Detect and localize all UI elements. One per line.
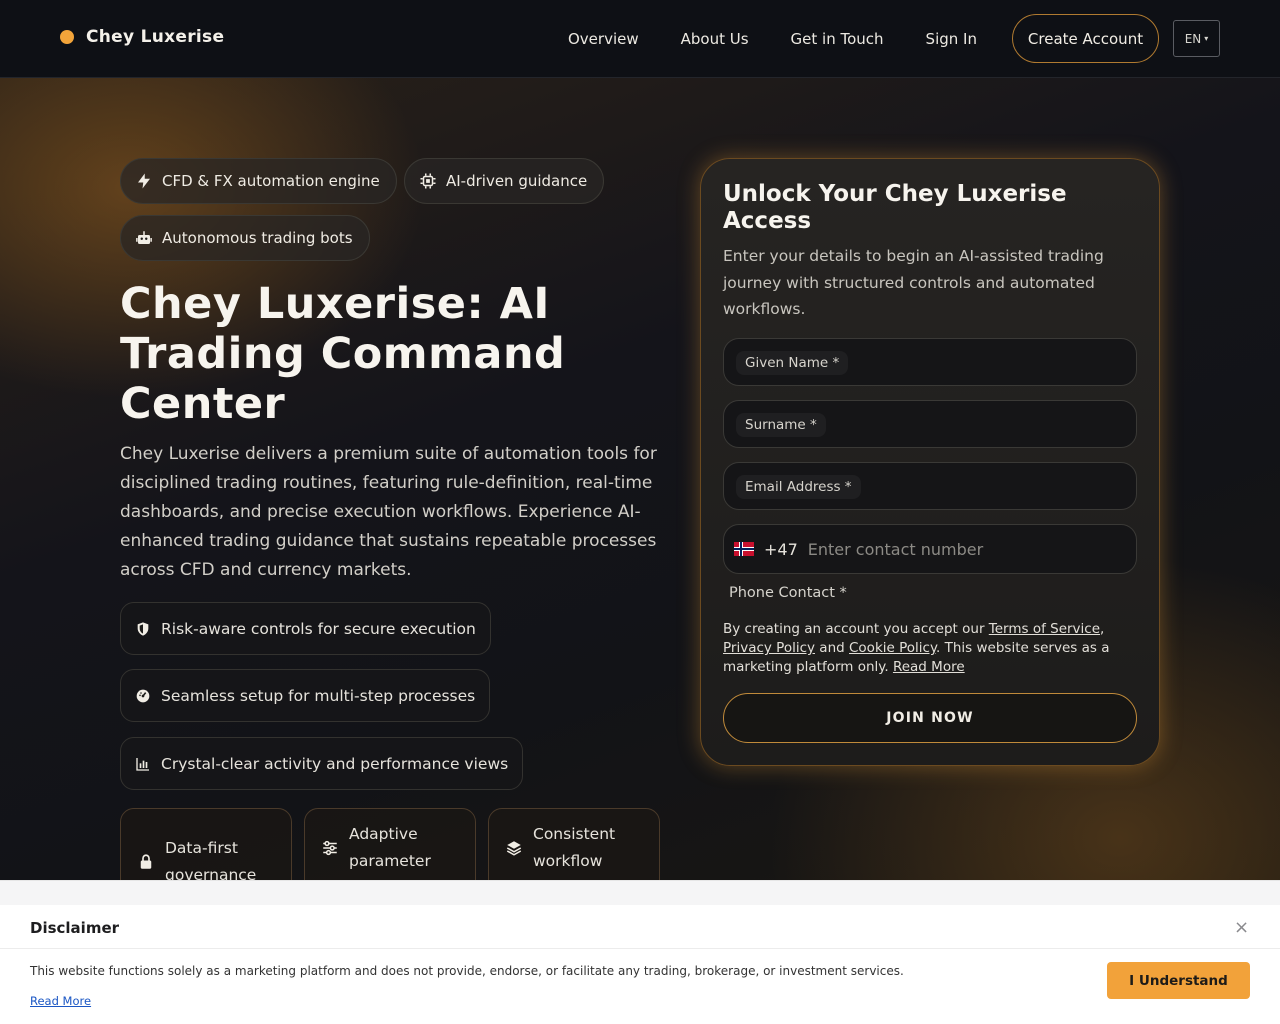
join-now-button[interactable]: JOIN NOW: [723, 693, 1137, 743]
language-selector[interactable]: EN ▾: [1173, 20, 1220, 57]
disclaimer-read-more-link[interactable]: Read More: [30, 994, 91, 1008]
feature-setup: Seamless setup for multi-step processes: [120, 669, 491, 722]
form-title: Unlock Your Chey Luxerise Access: [723, 181, 1067, 234]
card-label: Data-first governance: [165, 839, 257, 880]
disclaimer-header: Disclaimer ×: [0, 905, 1280, 949]
form-subtitle: Enter your details to begin an AI-assist…: [723, 247, 1104, 318]
close-icon[interactable]: ×: [1234, 917, 1249, 938]
pill-label: AI-driven guidance: [446, 172, 588, 190]
dial-code: +47: [764, 539, 798, 559]
surname-label: Surname *: [736, 413, 826, 437]
email-label: Email Address *: [736, 475, 861, 499]
language-code: EN: [1184, 31, 1202, 46]
sliders-icon: [323, 840, 337, 856]
nav-link-get-in-touch[interactable]: Get in Touch: [791, 30, 884, 48]
nav-link-overview[interactable]: Overview: [568, 30, 639, 48]
bar-chart-icon: [136, 757, 149, 771]
create-account-button[interactable]: Create Account: [1012, 14, 1159, 63]
terms-text: By creating an account you accept our Te…: [723, 620, 1141, 677]
hero-headline: Chey Luxerise: AI Trading Command Center: [120, 279, 566, 429]
hero-lead-text: Chey Luxerise delivers a premium suite o…: [120, 444, 657, 580]
brand-name: Chey Luxerise: [86, 27, 225, 47]
terms-comma: ,: [1100, 621, 1105, 637]
disclaimer-text: This website functions solely as a marke…: [30, 964, 904, 978]
disclaimer-title: Disclaimer: [30, 919, 120, 937]
feature-risk-controls: Risk-aware controls for secure execution: [120, 602, 491, 655]
top-navbar: Chey Luxerise Overview About Us Get in T…: [0, 0, 1280, 78]
gauge-icon: [136, 689, 150, 702]
hero-section: CFD & FX automation engine AI-driven gui…: [0, 78, 1280, 880]
feature-label: Crystal-clear activity and performance v…: [161, 754, 509, 773]
pill-label: Autonomous trading bots: [162, 229, 353, 247]
lock-icon: [140, 854, 152, 869]
feature-label: Risk-aware controls for secure execution: [161, 619, 476, 638]
shield-icon: [137, 621, 149, 636]
brand-logo[interactable]: Chey Luxerise: [60, 27, 224, 47]
given-name-label: Given Name *: [736, 351, 849, 375]
feature-label: Seamless setup for multi-step processes: [161, 686, 476, 705]
norway-flag-icon[interactable]: [734, 542, 754, 556]
pill-ai-guidance: AI-driven guidance: [404, 158, 605, 204]
disclaimer-banner: Disclaimer × This website functions sole…: [0, 880, 1280, 1024]
layers-icon: [506, 841, 522, 856]
i-understand-button[interactable]: I Understand: [1107, 962, 1250, 999]
signup-form: Unlock Your Chey Luxerise Access Enter y…: [700, 158, 1160, 766]
card-consistent-workflow: Consistent workflow: [488, 808, 660, 880]
brand-dot-icon: [60, 30, 74, 44]
feature-activity-views: Crystal-clear activity and performance v…: [120, 737, 524, 790]
nav-link-about-us[interactable]: About Us: [681, 30, 749, 48]
pill-trading-bots: Autonomous trading bots: [120, 215, 370, 261]
pill-label: CFD & FX automation engine: [162, 172, 380, 190]
lightning-icon: [138, 173, 150, 189]
cpu-chip-icon: [420, 173, 436, 189]
chevron-down-icon: ▾: [1204, 34, 1209, 43]
email-field[interactable]: Email Address *: [723, 462, 1137, 510]
disclaimer-top-strip: [0, 881, 1280, 905]
card-adaptive-parameter: Adaptive parameter: [304, 808, 476, 880]
terms-read-more-link[interactable]: Read More: [893, 659, 965, 675]
robot-icon: [136, 231, 152, 244]
card-label: Consistent workflow: [533, 825, 616, 870]
given-name-field[interactable]: Given Name *: [723, 338, 1137, 386]
card-label: Adaptive parameter: [349, 825, 431, 870]
terms-of-service-link[interactable]: Terms of Service: [989, 621, 1100, 637]
terms-and: and: [815, 640, 849, 656]
pill-cfd-fx: CFD & FX automation engine: [120, 158, 397, 204]
nav-link-sign-in[interactable]: Sign In: [926, 30, 977, 48]
terms-prefix: By creating an account you accept our: [723, 621, 989, 637]
privacy-policy-link[interactable]: Privacy Policy: [723, 640, 815, 656]
cookie-policy-link[interactable]: Cookie Policy: [849, 640, 936, 656]
card-data-governance: Data-first governance: [120, 808, 292, 880]
surname-field[interactable]: Surname *: [723, 400, 1137, 448]
phone-label: Phone Contact *: [729, 585, 847, 601]
nav-links: Overview About Us Get in Touch Sign In: [568, 0, 1019, 78]
phone-input[interactable]: [807, 539, 1108, 559]
phone-field: +47: [723, 524, 1137, 574]
